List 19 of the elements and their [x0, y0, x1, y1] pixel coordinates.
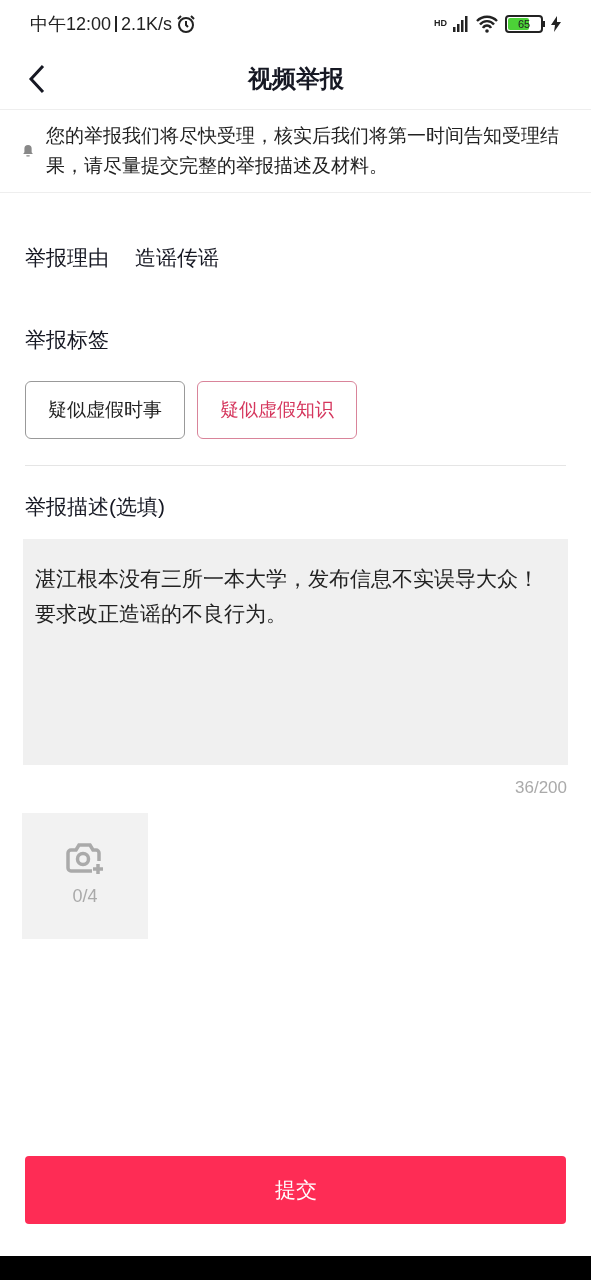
description-label: 举报描述(选填)	[24, 494, 166, 520]
network-type: HD	[434, 17, 447, 30]
camera-add-icon	[65, 841, 105, 877]
reason-value: 造谣传谣	[135, 245, 219, 272]
tags-label: 举报标签	[24, 327, 110, 353]
tag-chip[interactable]: 疑似虚假时事	[25, 381, 185, 439]
signal-icon	[453, 16, 469, 32]
tag-chip[interactable]: 疑似虚假知识	[197, 381, 357, 439]
network-speed: 2.1K/s	[121, 12, 173, 36]
description-field[interactable]: 湛江根本没有三所一本大学，发布信息不实误导大众！要求改正造谣的不良行为。	[23, 539, 568, 765]
wifi-icon	[475, 15, 499, 33]
alarm-icon	[176, 14, 197, 34]
notice-text: 您的举报我们将尽快受理，核实后我们将第一时间告知受理结果，请尽量提交完整的举报描述及材料。	[46, 124, 561, 178]
status-time: 中午12:00	[30, 12, 112, 36]
submit-button[interactable]: 提交	[25, 1156, 566, 1224]
charging-icon	[551, 16, 561, 32]
character-count: 36/200	[515, 777, 567, 799]
reason-label: 举报理由	[25, 245, 109, 272]
page-title: 视频举报	[247, 63, 344, 94]
